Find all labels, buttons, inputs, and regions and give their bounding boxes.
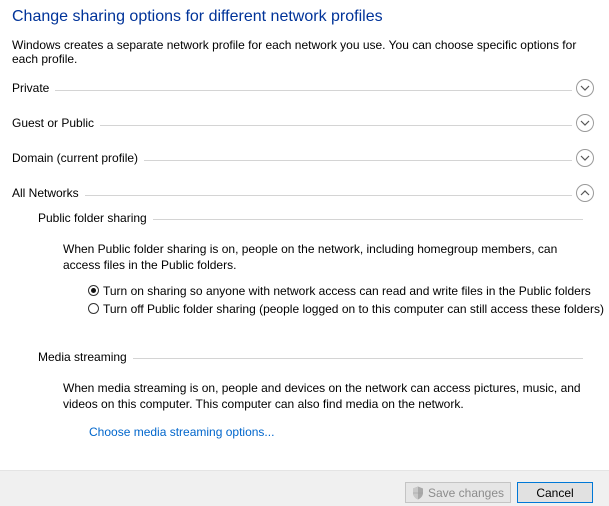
public-folder-sharing-heading: Public folder sharing [38, 208, 583, 228]
public-folder-sharing-description: When Public folder sharing is on, people… [63, 242, 558, 272]
radio-label: Turn off Public folder sharing (people l… [103, 302, 604, 316]
media-streaming-description: When media streaming is on, people and d… [63, 381, 581, 411]
profile-guest-or-public[interactable]: Guest or Public [12, 113, 594, 133]
save-changes-label: Save changes [427, 485, 505, 500]
profile-private[interactable]: Private [12, 78, 594, 98]
profile-label: Guest or Public [12, 113, 101, 133]
chevron-up-icon[interactable] [576, 184, 594, 202]
save-changes-button[interactable]: Save changes [405, 482, 511, 503]
cancel-button[interactable]: Cancel [517, 482, 593, 503]
media-streaming-heading: Media streaming [38, 347, 583, 367]
chevron-down-icon[interactable] [576, 79, 594, 97]
uac-shield-icon [412, 486, 424, 499]
media-streaming-options-link[interactable]: Choose media streaming options... [89, 424, 274, 440]
chevron-down-icon[interactable] [576, 114, 594, 132]
page-description: Windows creates a separate network profi… [12, 38, 577, 66]
section-divider [12, 90, 572, 91]
profile-label: Private [12, 78, 56, 98]
subsection-label: Public folder sharing [38, 208, 153, 228]
profile-label: Domain (current profile) [12, 148, 145, 168]
cancel-label: Cancel [536, 485, 574, 500]
page-title: Change sharing options for different net… [12, 8, 383, 25]
footer-bar: Save changes Cancel [0, 470, 609, 506]
section-divider [12, 195, 572, 196]
radio-button-selected[interactable] [88, 285, 99, 296]
profile-domain[interactable]: Domain (current profile) [12, 148, 594, 168]
radio-button[interactable] [88, 303, 99, 314]
profile-all-networks[interactable]: All Networks [12, 183, 594, 203]
profile-label: All Networks [12, 183, 85, 203]
radio-turn-off-sharing[interactable]: Turn off Public folder sharing (people l… [88, 301, 608, 317]
subsection-label: Media streaming [38, 347, 133, 367]
radio-turn-on-sharing[interactable]: Turn on sharing so anyone with network a… [88, 283, 608, 299]
chevron-down-icon[interactable] [576, 149, 594, 167]
radio-label: Turn on sharing so anyone with network a… [103, 284, 591, 298]
